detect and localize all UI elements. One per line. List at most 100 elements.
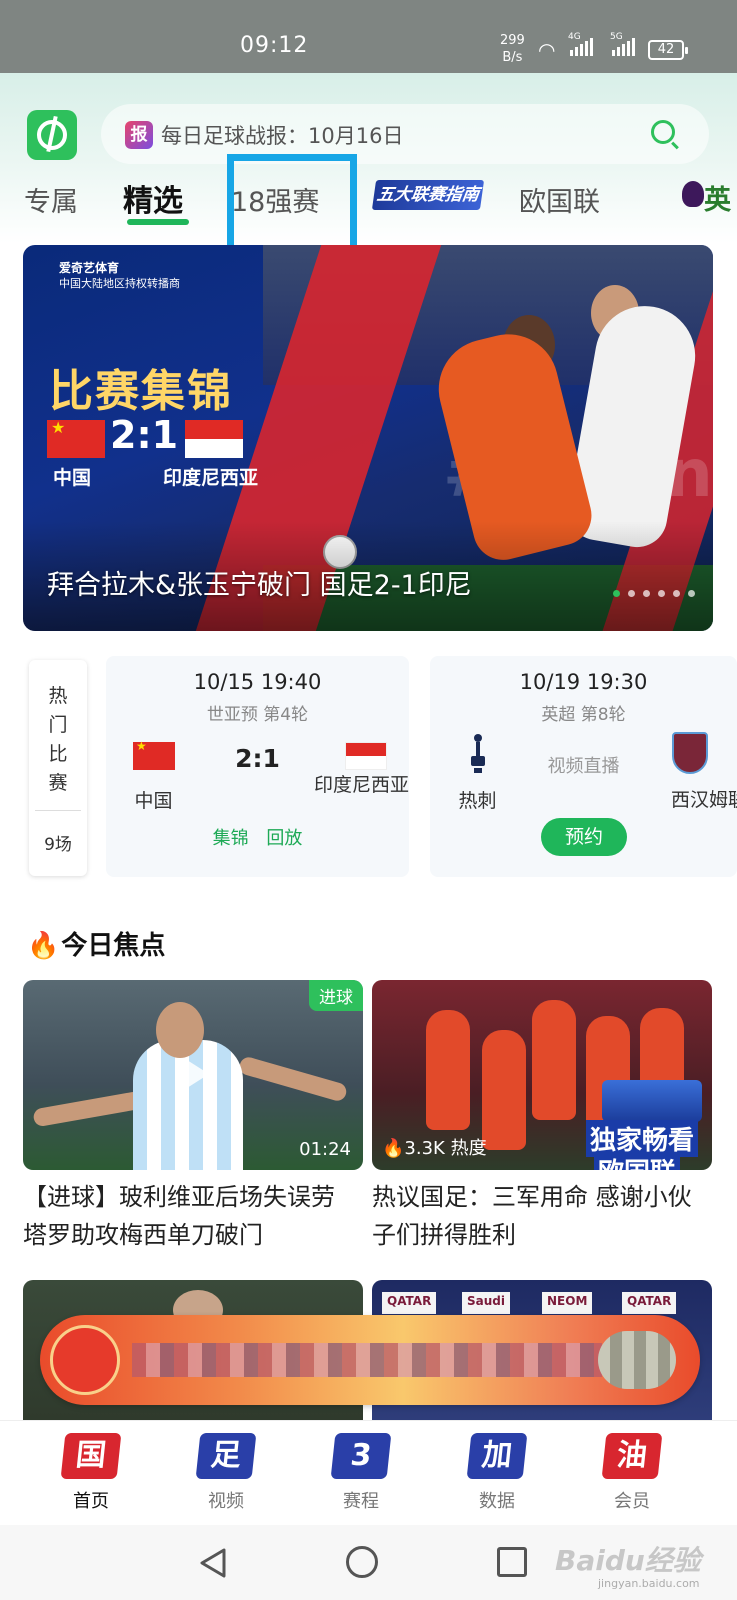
logo-mark-icon xyxy=(37,120,67,150)
article-title[interactable]: 热议国足：三军用命 感谢小伙子们拼得胜利 xyxy=(372,1178,707,1254)
thumb-player xyxy=(532,1000,576,1120)
hot-matches-count: 9场 xyxy=(44,835,72,855)
watermark: Baidu经验 xyxy=(555,1544,701,1577)
banner-team-home: 中国 xyxy=(53,467,92,489)
video-icon: 足 xyxy=(195,1433,257,1479)
signal-4g-icon: 4G xyxy=(568,32,593,56)
promo-icon xyxy=(50,1325,120,1395)
replay-link[interactable]: 回放 xyxy=(266,828,302,849)
banner-brand: 爱奇艺体育 中国大陆地区持权转播商 xyxy=(59,261,180,291)
indonesia-flag-icon xyxy=(345,742,387,770)
nav-data-label: 数据 xyxy=(479,1491,515,1512)
watermark-url: jingyan.baidu.com xyxy=(598,1577,700,1590)
tab-premier-league-label: 英超 xyxy=(704,185,731,212)
hero-banner[interactable]: #Asian Quali 爱奇艺体育 中国大陆地区持权转播商 比赛集锦 2:1 … xyxy=(23,245,713,631)
match-time: 10/15 19:40 xyxy=(193,670,322,694)
match-home-team: 中国 xyxy=(134,790,173,812)
tab-nations-league[interactable]: 欧国联 xyxy=(519,180,600,219)
home-icon: 国 xyxy=(60,1433,122,1479)
bottom-nav: 国 首页 足 视频 3 赛程 加 数据 油 会员 xyxy=(0,1420,737,1525)
system-nav-bar: Baidu经验 jingyan.baidu.com xyxy=(0,1525,737,1600)
fire-icon: 🔥 xyxy=(27,931,60,961)
carousel-dot[interactable] xyxy=(613,590,620,597)
article-title[interactable]: 【进球】玻利维亚后场失误劳塔罗助攻梅西单刀破门 xyxy=(23,1178,358,1254)
tab-featured[interactable]: 精选 xyxy=(123,176,183,220)
tab-highlight-frame xyxy=(227,154,357,254)
hot-label-char: 门 xyxy=(48,714,68,736)
match-actions: 集锦 回放 xyxy=(106,824,409,850)
reserve-button[interactable]: 预约 xyxy=(541,818,627,856)
sponsor-board: QATAR xyxy=(382,1292,437,1314)
nav-video[interactable]: 足 视频 xyxy=(176,1433,276,1513)
thumb-player xyxy=(156,1002,204,1058)
wifi-icon: ◠ xyxy=(538,38,556,62)
banner-team-away: 印度尼西亚 xyxy=(163,467,259,489)
goal-tag: 进球 xyxy=(309,980,363,1011)
sponsor-board: QATAR xyxy=(622,1292,677,1314)
signal-5g-icon: 5G xyxy=(610,32,635,56)
sponsor-board: Saudi xyxy=(462,1292,510,1314)
carousel-dot[interactable] xyxy=(688,590,695,597)
status-time: 09:12 xyxy=(240,33,309,58)
highlights-link[interactable]: 集锦 xyxy=(213,828,249,849)
hot-matches-tab[interactable]: 热 门 比 赛 9场 xyxy=(29,660,87,876)
nav-member[interactable]: 油 会员 xyxy=(582,1433,682,1513)
nav-data[interactable]: 加 数据 xyxy=(447,1433,547,1513)
back-icon[interactable] xyxy=(198,1547,228,1579)
nav-home[interactable]: 国 首页 xyxy=(41,1433,141,1513)
hot-label-char: 比 xyxy=(48,743,68,765)
thumb-player xyxy=(426,1010,470,1130)
video-thumbnail[interactable]: 进球 01:24 xyxy=(23,980,363,1170)
article-thumbnail[interactable]: 🔥3.3K 热度 独家畅看 欧国联 xyxy=(372,980,712,1170)
search-icon[interactable] xyxy=(651,120,675,144)
home-button-icon[interactable] xyxy=(346,1546,378,1578)
carousel-dot[interactable] xyxy=(643,590,650,597)
promo-text-pixelated xyxy=(132,1343,602,1377)
section-title-text: 今日焦点 xyxy=(61,931,166,961)
app-logo[interactable] xyxy=(27,110,77,160)
recent-apps-icon[interactable] xyxy=(497,1547,527,1577)
net-speed: 299 B/s xyxy=(500,32,525,66)
active-tab-indicator xyxy=(127,219,189,225)
match-league: 世亚预 第4轮 xyxy=(206,705,309,725)
play-icon[interactable] xyxy=(187,1060,209,1088)
carousel-dots[interactable] xyxy=(613,590,695,597)
promo-line-2: 欧国联 xyxy=(594,1152,681,1170)
tab-premier-league[interactable]: 英超 xyxy=(682,178,737,212)
signal-5g-label: 5G xyxy=(610,32,623,42)
match-card[interactable]: 10/19 19:30 英超 第8轮 视频直播 热刺 西汉姆联 预约 xyxy=(430,656,737,877)
search-bar[interactable]: 报 每日足球战报：10月16日 xyxy=(101,104,709,164)
banner-score: 2:1 xyxy=(110,413,179,457)
thumb-player xyxy=(32,1090,144,1128)
banner-headline: 比赛集锦 xyxy=(49,366,233,417)
signal-4g-label: 4G xyxy=(568,32,581,42)
match-away-team: 印度尼西亚 xyxy=(314,774,410,796)
nav-member-label: 会员 xyxy=(614,1491,650,1512)
promo-button[interactable] xyxy=(598,1331,676,1389)
battery-icon: 42 xyxy=(648,40,688,60)
nav-schedule-label: 赛程 xyxy=(343,1491,379,1512)
schedule-icon: 3 xyxy=(330,1433,392,1479)
section-title: 🔥今日焦点 xyxy=(27,925,165,962)
china-flag-icon xyxy=(47,418,105,458)
net-speed-unit: B/s xyxy=(502,50,523,65)
promo-sticker: 独家畅看 欧国联 xyxy=(584,1080,712,1170)
carousel-dot[interactable] xyxy=(628,590,635,597)
hot-matches-label: 热 门 比 赛 xyxy=(29,682,87,798)
premier-league-lion-icon xyxy=(682,181,704,207)
west-ham-crest-icon xyxy=(672,732,708,774)
heat-value: 3.3K 热度 xyxy=(404,1138,487,1159)
floating-promo-banner[interactable] xyxy=(40,1315,700,1405)
tab-exclusive[interactable]: 专属 xyxy=(24,180,78,219)
nav-home-label: 首页 xyxy=(73,1491,109,1512)
carousel-dot[interactable] xyxy=(658,590,665,597)
match-home-team: 热刺 xyxy=(458,790,497,812)
nav-schedule[interactable]: 3 赛程 xyxy=(311,1433,411,1513)
tab-league-guide[interactable]: 五大联赛指南 xyxy=(371,180,485,210)
net-speed-value: 299 xyxy=(500,33,525,48)
match-away-team: 西汉姆联 xyxy=(670,789,737,811)
match-card[interactable]: 10/15 19:40 世亚预 第4轮 2:1 中国 印度尼西亚 集锦 回放 xyxy=(106,656,409,877)
carousel-dot[interactable] xyxy=(673,590,680,597)
divider xyxy=(35,810,81,811)
nav-video-label: 视频 xyxy=(208,1491,244,1512)
